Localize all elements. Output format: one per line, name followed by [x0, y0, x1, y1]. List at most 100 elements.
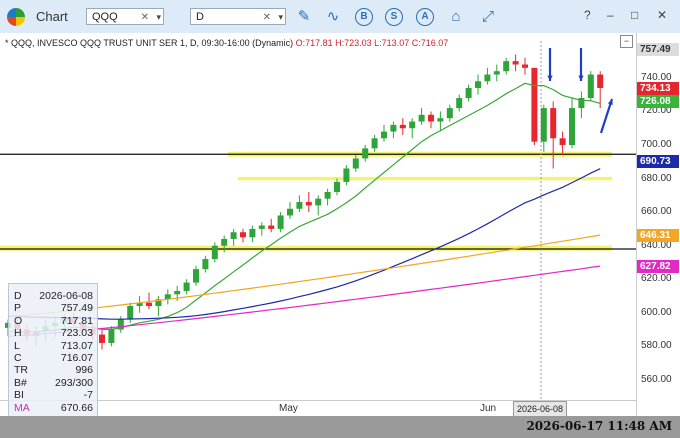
maximize-button[interactable]: □ — [631, 8, 638, 22]
data-window-row: O 717.81 — [9, 315, 97, 327]
candle-body — [240, 232, 246, 238]
data-window-value: 713.07 — [60, 339, 93, 352]
curve-tool-icon[interactable]: ∿ — [323, 7, 343, 27]
data-window-key: P — [14, 302, 22, 315]
close-button[interactable]: ✕ — [657, 8, 667, 22]
candle-body — [146, 302, 152, 307]
chevron-down-icon[interactable]: ▾ — [278, 9, 283, 26]
candle-body — [409, 121, 416, 129]
candle-body — [315, 198, 322, 206]
clear-icon[interactable]: ✕ — [263, 9, 271, 26]
price-tick: 600.00 — [641, 306, 672, 318]
candle-body — [390, 124, 397, 132]
chevron-down-icon[interactable]: ▾ — [156, 9, 161, 26]
candle-body — [484, 74, 491, 82]
support-zone — [238, 176, 612, 181]
status-clock: 2026-06-17 11:48 AM — [526, 419, 672, 433]
candle-body — [287, 208, 293, 216]
clear-icon[interactable]: ✕ — [141, 9, 149, 26]
candle-body — [428, 114, 434, 122]
data-window-key: O — [14, 314, 23, 327]
data-window-value: 996 — [75, 364, 93, 377]
candle-body — [559, 138, 566, 146]
candle-body — [108, 329, 115, 343]
candle-body — [258, 225, 265, 229]
pencil-icon[interactable]: ✎ — [294, 7, 314, 27]
candle-body — [193, 269, 199, 283]
data-window-key: TR — [14, 364, 28, 377]
data-window-key: D — [14, 290, 22, 302]
annotation-arrowhead — [607, 99, 613, 105]
data-window-key: L — [14, 339, 20, 352]
data-window-row: TR 996 — [9, 364, 97, 376]
data-window-row: BI -7 — [9, 389, 97, 401]
data-window-key: H — [14, 327, 22, 340]
price-tick: 660.00 — [641, 206, 672, 218]
data-window-value: 723.03 — [60, 327, 93, 340]
candle-body — [569, 108, 575, 146]
data-window-value: 670.66 — [60, 401, 93, 414]
date-label-may: May — [279, 403, 298, 414]
app-logo-icon — [7, 8, 25, 26]
candle-body — [512, 61, 519, 65]
s-tool-icon[interactable]: S — [385, 8, 403, 26]
data-window: D 2026-06-08 P 757.49 O 717.81 H 723.03 L 713.07 C… — [8, 283, 98, 417]
candle-body — [343, 168, 350, 182]
candle-body — [550, 108, 557, 139]
minimize-button[interactable]: ‒ — [607, 8, 614, 22]
candle-body — [202, 259, 209, 270]
data-window-value: 716.07 — [60, 352, 93, 364]
price-tag: 757.49 — [637, 42, 679, 56]
candle-body — [418, 114, 425, 122]
candle-body — [324, 191, 331, 199]
interval-select[interactable]: D ✕ ▾ — [190, 8, 286, 25]
data-window-row: D 2026-06-08 — [9, 290, 97, 302]
price-tick: 580.00 — [641, 340, 672, 352]
candle-body — [531, 67, 538, 142]
symbol-input[interactable]: QQQ ✕ ▾ — [86, 8, 164, 25]
candle-body — [183, 282, 190, 291]
help-button[interactable]: ? — [584, 8, 591, 22]
symbol-description: * QQQ, INVESCO QQQ TRUST UNIT SER 1, D, … — [5, 38, 294, 48]
expand-icon[interactable]: ⤢ — [478, 7, 498, 27]
price-tag: 690.73 — [637, 154, 679, 168]
candle-body — [268, 225, 275, 229]
candle-body — [399, 124, 406, 129]
candle-body — [437, 118, 444, 122]
chart-header: * QQQ, INVESCO QQQ TRUST UNIT SER 1, D, … — [5, 38, 448, 48]
date-label-jun: Jun — [480, 403, 497, 414]
data-window-value: 717.81 — [60, 314, 93, 327]
b-tool-icon[interactable]: B — [355, 8, 373, 26]
data-window-row: MA 670.66 — [9, 402, 97, 414]
collapse-button[interactable]: − — [620, 35, 633, 48]
data-window-key: B# — [14, 376, 27, 389]
ohlc-readout: O:717.81 H:723.03 L:713.07 C:716.07 — [295, 38, 449, 48]
symbol-value: QQQ — [92, 11, 118, 23]
candle-body — [230, 232, 237, 239]
crosshair-date: 2026-06-08 — [513, 401, 568, 417]
candle-body — [540, 108, 547, 142]
data-window-row: P 757.49 — [9, 302, 97, 314]
candle-body — [522, 64, 528, 68]
title-bar: Chart QQQ ✕ ▾ D ✕ ▾ ✎ ∿ B S A ⌂ ⤢ ? ‒ □ ✕ — [0, 0, 680, 34]
candle-body — [277, 215, 284, 229]
interval-value: D — [196, 11, 204, 23]
tag-icon[interactable]: ⌂ — [446, 7, 466, 27]
annotation-arrowhead — [578, 75, 584, 81]
candle-body — [475, 81, 481, 88]
price-tick: 620.00 — [641, 273, 672, 285]
price-tag: 734.13 — [637, 81, 679, 95]
candle-body — [249, 228, 256, 238]
price-tick: 700.00 — [641, 139, 672, 150]
candle-body — [587, 74, 594, 99]
candle-body — [465, 87, 472, 99]
candle-body — [456, 98, 463, 109]
candle-body — [597, 74, 604, 88]
candle-body — [493, 71, 500, 75]
candle-body — [99, 334, 105, 343]
candle-body — [446, 108, 453, 119]
price-tick: 560.00 — [641, 373, 672, 385]
a-tool-icon[interactable]: A — [416, 8, 434, 26]
data-window-row: L 713.07 — [9, 340, 97, 352]
data-window-row: C 716.07 — [9, 352, 97, 364]
